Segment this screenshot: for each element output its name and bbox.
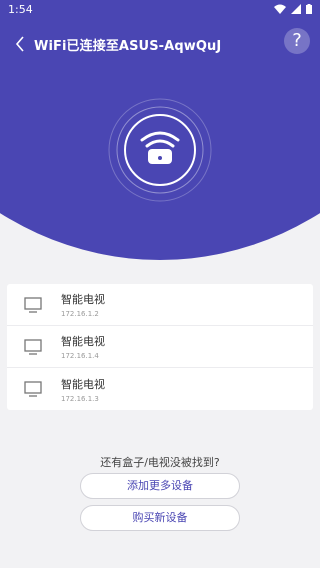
device-ip: 172.16.1.2 [61,310,99,318]
wifi-status-icon [274,4,286,14]
device-name: 智能电视 [61,293,105,306]
page-title: WiFi已连接至ASUS-AqwQuJ [34,38,222,54]
device-info: 智能电视 172.16.1.2 [61,291,105,318]
buy-new-device-button[interactable]: 购买新设备 [80,505,240,531]
tv-icon [15,284,51,326]
tv-icon [15,326,51,368]
top-bar: WiFi已连接至ASUS-AqwQuJ ? [0,26,320,62]
device-ip: 172.16.1.3 [61,394,99,403]
missing-device-prompt: 还有盒子/电视没被找到? [100,456,220,469]
back-button[interactable] [6,26,34,62]
device-list: 智能电视 172.16.1.2 智能电视 172.16.1.4 智能电视 172… [7,284,313,410]
status-time: 1:54 [8,2,33,16]
tv-scan-icon [108,98,212,202]
device-ip: 172.16.1.4 [61,352,99,360]
device-info: 智能电视 172.16.1.3 [61,376,105,403]
device-name: 智能电视 [61,377,105,391]
device-name: 智能电视 [61,335,105,348]
add-more-devices-button[interactable]: 添加更多设备 [80,473,240,499]
device-info: 智能电视 172.16.1.4 [61,333,105,360]
signal-icon [291,4,301,14]
battery-icon [306,4,312,14]
tv-icon [15,368,51,410]
hero-header: 1:54 WiFi已连接至ASUS-AqwQuJ ? [0,0,320,260]
device-item[interactable]: 智能电视 172.16.1.4 [7,326,313,368]
device-item[interactable]: 智能电视 172.16.1.2 [7,284,313,326]
chevron-left-icon [15,36,24,52]
status-icons [274,4,312,14]
device-item[interactable]: 智能电视 172.16.1.3 [7,368,313,410]
status-bar: 1:54 [0,0,320,18]
help-button[interactable]: ? [284,28,310,54]
